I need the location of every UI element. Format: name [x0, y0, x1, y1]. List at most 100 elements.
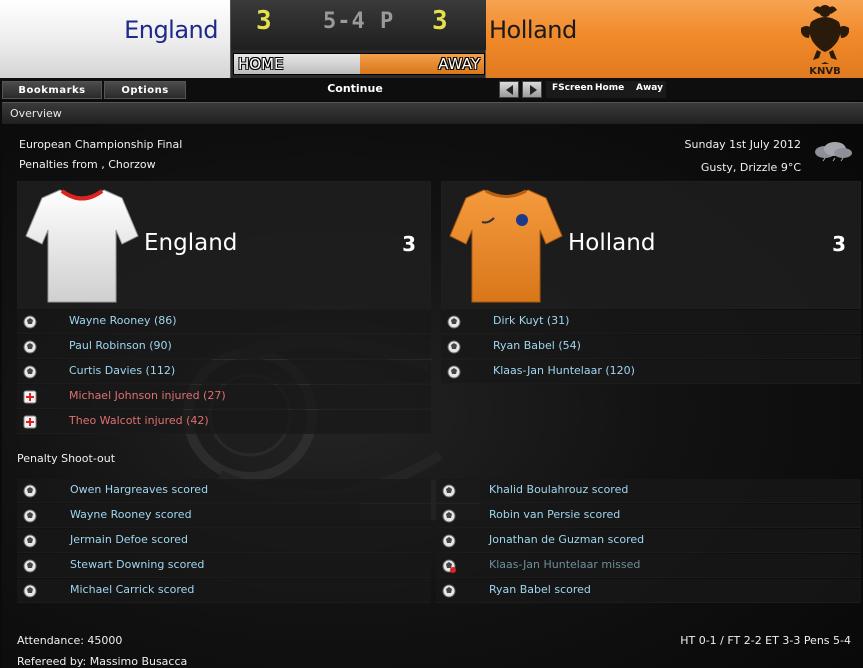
overview-panel: Overview European Championship Final Pen… [2, 100, 863, 668]
away-event-row[interactable]: Klaas-Jan Huntelaar (120) [441, 360, 861, 384]
away-bar: AWAY [360, 54, 484, 74]
arrow-right-icon [530, 85, 537, 95]
away-score: 3 [432, 6, 448, 36]
shootout-title: Penalty Shoot-out [17, 452, 116, 465]
england-kit-icon [25, 189, 139, 303]
match-header: England 3 5-4 P 3 HOME AWAY Holland KNVB [0, 0, 863, 78]
away-team-name[interactable]: Holland [489, 16, 577, 44]
shootout-text[interactable]: Khalid Boulahrouz scored [489, 483, 628, 496]
result-summary: HT 0-1 / FT 2-2 ET 3-3 Pens 5-4 [680, 634, 851, 647]
panel-title-bar: Overview [2, 102, 863, 124]
shootout-text[interactable]: Klaas-Jan Huntelaar missed [489, 558, 640, 571]
options-button[interactable]: Options [104, 81, 186, 99]
home-link[interactable]: Home [595, 83, 624, 93]
scoreline: 5-4 P [323, 9, 395, 34]
shootout-row-home[interactable]: Stewart Downing scored [17, 554, 431, 578]
toolbar: Bookmarks Options Continue FScreen Home … [0, 78, 863, 100]
ball-icon [447, 365, 461, 379]
fscreen-link[interactable]: FScreen [552, 83, 593, 93]
panel-title: Overview [10, 107, 62, 120]
event-text[interactable]: Klaas-Jan Huntelaar (120) [493, 364, 635, 377]
shootout-text[interactable]: Wayne Rooney scored [70, 508, 192, 521]
event-text[interactable]: Theo Walcott injured (42) [69, 414, 209, 427]
missed-ball-icon [442, 559, 456, 573]
shootout-row-home[interactable]: Owen Hargreaves scored [17, 479, 431, 503]
away-team-banner[interactable]: Holland KNVB [486, 0, 863, 78]
venue-label: Penalties from , Chorzow [19, 158, 156, 171]
away-team-title[interactable]: Holland [568, 230, 655, 256]
ball-icon [23, 559, 37, 573]
shootout-text[interactable]: Jonathan de Guzman scored [489, 533, 644, 546]
shootout-text[interactable]: Owen Hargreaves scored [70, 483, 208, 496]
home-team-box[interactable]: England 3 [17, 181, 431, 309]
home-team-title[interactable]: England [144, 230, 237, 256]
competition-label: European Championship Final [19, 138, 183, 151]
shootout-row-away[interactable]: Klaas-Jan Huntelaar missed [436, 554, 861, 578]
shootout-row-away[interactable]: Robin van Persie scored [436, 504, 861, 528]
shootout-text[interactable]: Michael Carrick scored [70, 583, 194, 596]
event-text[interactable]: Curtis Davies (112) [69, 364, 175, 377]
home-event-row[interactable]: Michael Johnson injured (27) [17, 385, 431, 409]
shootout-text[interactable]: Stewart Downing scored [70, 558, 204, 571]
home-team-score: 3 [402, 232, 416, 256]
shootout-row-home[interactable]: Wayne Rooney scored [17, 504, 431, 528]
home-bar: HOME [234, 54, 360, 74]
ball-icon [442, 484, 456, 498]
ball-icon [23, 484, 37, 498]
ball-icon [23, 584, 37, 598]
knvb-crest-icon: KNVB [801, 5, 849, 76]
away-link[interactable]: Away [636, 83, 663, 93]
shootout-row-away[interactable]: Khalid Boulahrouz scored [436, 479, 861, 503]
ball-icon [23, 509, 37, 523]
event-text[interactable]: Ryan Babel (54) [493, 339, 581, 352]
holland-kit-icon [449, 189, 563, 303]
away-team-score: 3 [832, 232, 846, 256]
bookmarks-button[interactable]: Bookmarks [2, 81, 102, 99]
shootout-row-away[interactable]: Ryan Babel scored [436, 579, 861, 603]
weather-label: Gusty, Drizzle 9°C [700, 161, 801, 174]
ball-icon [447, 340, 461, 354]
attendance-label: Attendance: 45000 [17, 634, 123, 647]
home-team-banner[interactable]: England [0, 0, 230, 78]
referee-label: Refereed by: Massimo Busacca [17, 655, 188, 668]
injury-icon [23, 390, 37, 404]
home-event-row[interactable]: Wayne Rooney (86) [17, 310, 431, 334]
shootout-row-home[interactable]: Michael Carrick scored [17, 579, 431, 603]
match-date: Sunday 1st July 2012 [684, 138, 801, 151]
home-label: HOME [238, 55, 284, 73]
shootout-text[interactable]: Jermain Defoe scored [70, 533, 188, 546]
forward-button[interactable] [522, 81, 542, 98]
home-event-row[interactable]: Theo Walcott injured (42) [17, 410, 431, 434]
injury-icon [23, 415, 37, 429]
home-event-row[interactable]: Curtis Davies (112) [17, 360, 431, 384]
home-event-row[interactable]: Paul Robinson (90) [17, 335, 431, 359]
shootout-text[interactable]: Ryan Babel scored [489, 583, 591, 596]
svg-text:KNVB: KNVB [809, 66, 840, 76]
away-label: AWAY [438, 55, 480, 73]
ball-icon [442, 534, 456, 548]
ball-icon [23, 340, 37, 354]
event-text[interactable]: Dirk Kuyt (31) [493, 314, 569, 327]
shootout-row-away[interactable]: Jonathan de Guzman scored [436, 529, 861, 553]
shootout-text[interactable]: Robin van Persie scored [489, 508, 620, 521]
ball-icon [447, 315, 461, 329]
ball-icon [23, 315, 37, 329]
away-event-row[interactable]: Dirk Kuyt (31) [441, 310, 861, 334]
score-display: 3 5-4 P 3 [231, 0, 487, 50]
home-score: 3 [256, 6, 272, 36]
scoreboard: 3 5-4 P 3 HOME AWAY [230, 0, 487, 78]
event-text[interactable]: Paul Robinson (90) [69, 339, 172, 352]
away-event-row[interactable]: Ryan Babel (54) [441, 335, 861, 359]
back-button[interactable] [499, 81, 519, 98]
cloud-drizzle-icon [815, 142, 852, 162]
shootout-row-home[interactable]: Jermain Defoe scored [17, 529, 431, 553]
continue-button[interactable]: Continue [300, 82, 410, 95]
home-team-name[interactable]: England [124, 16, 218, 44]
home-away-bar: HOME AWAY [233, 53, 485, 75]
ball-icon [23, 534, 37, 548]
ball-icon [442, 509, 456, 523]
event-text[interactable]: Wayne Rooney (86) [69, 314, 177, 327]
arrow-left-icon [506, 85, 513, 95]
away-team-box[interactable]: Holland 3 [441, 181, 861, 309]
event-text[interactable]: Michael Johnson injured (27) [69, 389, 226, 402]
